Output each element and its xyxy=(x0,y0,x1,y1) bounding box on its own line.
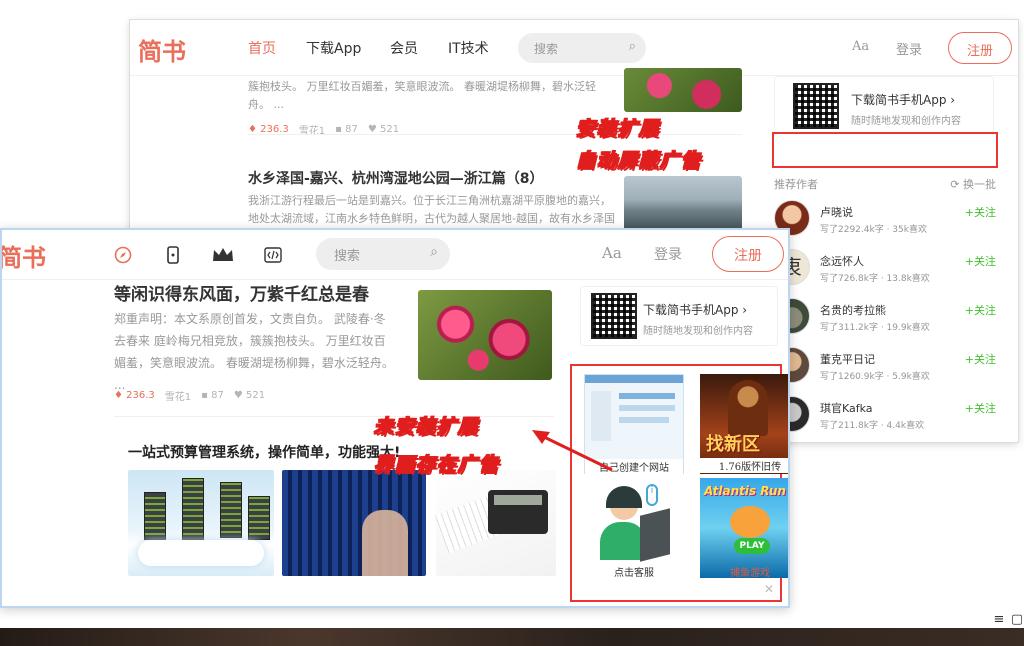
register-button[interactable]: 注册 xyxy=(712,236,784,272)
like-count: ♥ 521 xyxy=(233,390,266,401)
comparison-screenshot: 简书 首页 下载App 会员 IT技术 搜索 ⌕ Aa 登录 注册 簇抱枝头。 … xyxy=(0,0,1024,646)
ad-play-button[interactable]: PLAY xyxy=(734,538,770,554)
author-item: 名贵的考拉熊 写了311.2k字 · 19.9k喜欢 +关注 xyxy=(774,290,996,339)
compass-icon[interactable] xyxy=(112,244,134,266)
ad-banner-title[interactable]: 一站式预算管理系统，操作简单，功能强大! xyxy=(128,442,400,462)
ad-image-servers[interactable] xyxy=(128,470,274,576)
ad-caption: 1.76版怀旧传 xyxy=(700,458,788,473)
ad-image-mixer[interactable] xyxy=(282,470,426,576)
article-abstract: 郑重声明：本文系原创首发，文责自负。 武陵春·冬去春来 庭岭梅兄相竞放，簇簇抱枝… xyxy=(114,312,394,392)
recommended-authors: 推荐作者 ⟳ 换一批 卢晓说 写了2292.4k字 · 35k喜欢 +关注 衷 … xyxy=(774,176,996,437)
nav-download-app[interactable]: 下载App xyxy=(306,38,361,58)
author-stats: 写了311.2k字 · 19.9k喜欢 xyxy=(820,323,930,333)
annotation-installed-2: 自动屏蔽广告 xyxy=(575,150,703,173)
article-title[interactable]: 等闲识得东风面，万紫千红总是春 xyxy=(114,280,369,305)
ad-game-headline: 找新区 xyxy=(706,434,760,455)
author-stats: 写了2292.4k字 · 35k喜欢 xyxy=(820,225,927,235)
qr-code xyxy=(793,83,839,129)
recommended-authors-title: 推荐作者 xyxy=(774,178,818,191)
nav-member[interactable]: 会员 xyxy=(390,38,418,58)
follow-button[interactable]: +关注 xyxy=(965,351,996,367)
follow-button[interactable]: +关注 xyxy=(965,253,996,269)
top-navbar: 简书 首页 下载App 会员 IT技术 搜索 ⌕ Aa 登录 注册 xyxy=(130,20,1018,76)
author-stats: 写了1260.9k字 · 5.9k喜欢 xyxy=(820,372,930,382)
article-abstract: 簇抱枝头。 万里红妆百媚羞，笑意眼波流。 春暖湖堤杨柳舞，碧水泛轻舟。 ... xyxy=(248,80,596,111)
annotation-not-installed-1: 未安装扩展 xyxy=(373,416,480,439)
font-size-toggle[interactable]: Aa xyxy=(852,39,869,54)
refresh-authors-button[interactable]: ⟳ 换一批 xyxy=(950,176,996,192)
author-stats: 写了211.8k字 · 4.4k喜欢 xyxy=(820,421,925,431)
search-input[interactable]: 搜索 ⌕ xyxy=(518,33,646,63)
nav-it-tech[interactable]: IT技术 xyxy=(448,38,489,58)
search-input[interactable]: 搜索 ⌕ xyxy=(316,238,450,270)
site-logo[interactable]: 简书 xyxy=(2,238,46,273)
author-stats: 写了726.8k字 · 13.8k喜欢 xyxy=(820,274,930,284)
app-card-subtitle: 随时随地发现和创作内容 xyxy=(851,116,961,127)
ad-customer-service[interactable]: i 点击客服 xyxy=(584,478,684,579)
search-icon[interactable]: ⌕ xyxy=(430,244,438,260)
divider xyxy=(114,416,554,417)
download-app-card[interactable]: 下载简书手机App › 随时随地发现和创作内容 xyxy=(774,76,994,134)
phone-icon[interactable] xyxy=(162,244,184,266)
comment-count[interactable]: ▪ 87 xyxy=(201,390,224,401)
follow-button[interactable]: +关注 xyxy=(965,204,996,220)
article-thumbnail[interactable] xyxy=(418,290,552,380)
ad-fishing-game[interactable]: Atlantis Run PLAY 捕鱼游戏 xyxy=(700,478,788,579)
code-icon[interactable] xyxy=(262,244,284,266)
follow-button[interactable]: +关注 xyxy=(965,302,996,318)
register-button[interactable]: 注册 xyxy=(948,32,1012,64)
article-thumbnail[interactable] xyxy=(624,68,742,112)
pointer-arrow xyxy=(532,430,613,472)
login-link[interactable]: 登录 xyxy=(654,244,682,264)
close-icon[interactable]: ✕ xyxy=(764,582,774,596)
sidebar-ad-block: 自己创建个网站 找新区 1.76版怀旧传 i 点击客服 Atlantis Run… xyxy=(570,364,788,602)
ad-fish-headline: Atlantis Run xyxy=(704,484,786,498)
author-name[interactable]: 念远怀人 xyxy=(820,253,864,269)
site-logo[interactable]: 简书 xyxy=(138,32,186,67)
search-placeholder: 搜索 xyxy=(534,42,559,56)
desktop-taskbar: ≡ ▢ xyxy=(0,612,1024,646)
ad-caption: 点击客服 xyxy=(614,568,654,579)
blocked-ad-highlight xyxy=(772,132,998,168)
search-placeholder: 搜索 xyxy=(334,249,361,264)
author-item: 琪官Kafka 写了211.8k字 · 4.4k喜欢 +关注 xyxy=(774,388,996,437)
author-name[interactable]: 卢晓说 xyxy=(820,204,853,220)
author-item: 卢晓说 写了2292.4k字 · 35k喜欢 +关注 xyxy=(774,192,996,241)
ad-game-legend[interactable]: 找新区 1.76版怀旧传 xyxy=(700,374,788,474)
download-app-card[interactable]: 下载简书手机App › 随时随地发现和创作内容 xyxy=(580,286,778,346)
window-icon[interactable]: ▢ xyxy=(1008,610,1024,628)
article-meta: ♦ 236.3 雪花1 ▪ 87 ♥ 521 xyxy=(114,388,265,403)
article-item: 簇抱枝头。 万里红妆百媚羞，笑意眼波流。 春暖湖堤杨柳舞，碧水泛轻舟。 ... … xyxy=(248,78,608,137)
login-link[interactable]: 登录 xyxy=(896,39,922,58)
article-author[interactable]: 雪花1 xyxy=(165,388,191,403)
crown-icon[interactable] xyxy=(212,244,234,266)
author-name[interactable]: 董克平日记 xyxy=(820,351,875,367)
app-card-subtitle: 随时随地发现和创作内容 xyxy=(643,326,753,337)
author-item: 董克平日记 写了1260.9k字 · 5.9k喜欢 +关注 xyxy=(774,339,996,388)
search-icon[interactable]: ⌕ xyxy=(629,39,636,54)
follow-button[interactable]: +关注 xyxy=(965,400,996,416)
divider xyxy=(248,134,742,135)
ad-image-calculator[interactable] xyxy=(434,470,556,576)
ad-caption: 捕鱼游戏 xyxy=(730,568,770,579)
author-name[interactable]: 名贵的考拉熊 xyxy=(820,302,886,318)
qr-code xyxy=(591,293,637,339)
top-navbar: 简书 搜索 ⌕ Aa 登录 注册 xyxy=(2,230,788,280)
annotation-installed-1: 安装扩展 xyxy=(575,118,661,141)
nav-home[interactable]: 首页 xyxy=(248,38,276,58)
article-title[interactable]: 水乡泽国-嘉兴、杭州湾湿地公园—浙江篇（8） xyxy=(248,168,544,188)
app-card-title: 下载简书手机App › xyxy=(643,303,748,317)
font-size-toggle[interactable]: Aa xyxy=(602,244,622,262)
article-thumbnail[interactable] xyxy=(624,176,742,234)
app-card-title: 下载简书手机App › xyxy=(851,93,956,107)
menu-icon[interactable]: ≡ xyxy=(990,610,1008,628)
diamond-score: ♦ 236.3 xyxy=(114,390,155,401)
annotation-not-installed-2: 界面存在广告 xyxy=(373,454,501,477)
author-name[interactable]: 琪官Kafka xyxy=(820,400,873,416)
author-item: 衷 念远怀人 写了726.8k字 · 13.8k喜欢 +关注 xyxy=(774,241,996,290)
